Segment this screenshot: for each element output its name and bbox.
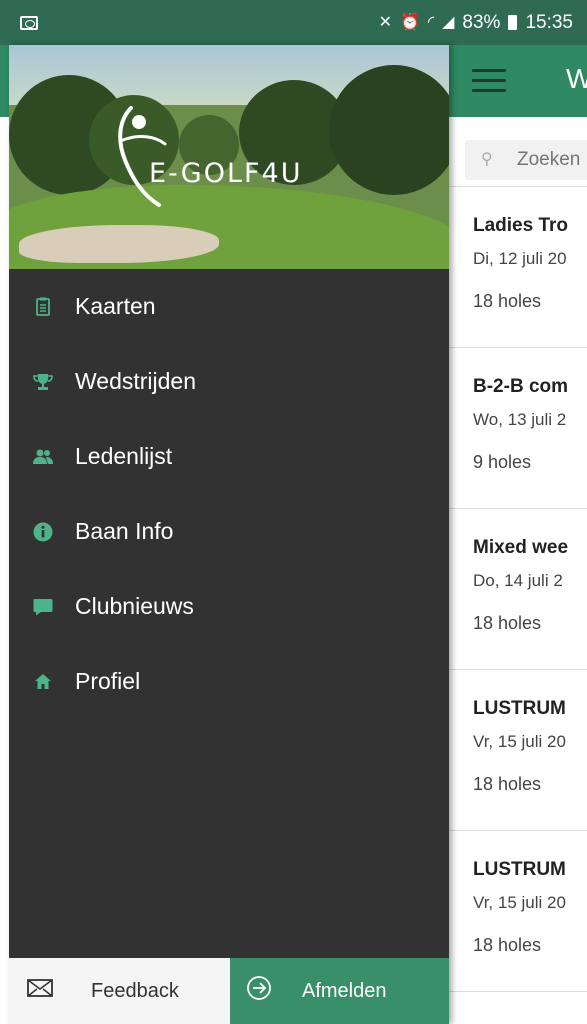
- list-item[interactable]: Mixed wee Do, 14 juli 2 18 holes: [449, 508, 587, 669]
- trophy-icon: [33, 371, 53, 393]
- feedback-label: Feedback: [91, 979, 179, 1002]
- competition-holes: 18 holes: [473, 935, 542, 955]
- list-item[interactable]: B-2-B com Wo, 13 juli 2 9 holes: [449, 347, 587, 508]
- nav-item-label: Wedstrijden: [75, 368, 197, 394]
- competition-list: Ladies Tro Di, 12 juli 20 18 holes B-2-B…: [449, 186, 587, 1024]
- competition-holes: 18 holes: [473, 613, 542, 633]
- wifi-icon: ◜: [427, 13, 435, 31]
- competition-title: LUSTRUM: [473, 698, 566, 719]
- search-input[interactable]: [517, 149, 587, 171]
- list-item[interactable]: [449, 991, 587, 1024]
- envelope-icon: [27, 979, 53, 1003]
- e-golf4u-logo: E-GOLF4U: [109, 100, 359, 210]
- nav-item-label: Ledenlijst: [75, 443, 173, 469]
- alarm-icon: ⏰: [399, 13, 420, 31]
- list-item[interactable]: Ladies Tro Di, 12 juli 20 18 holes: [449, 186, 587, 347]
- logout-label: Afmelden: [302, 979, 387, 1002]
- nav-item-label: Clubnieuws: [75, 593, 194, 619]
- app-bar-title: W: [566, 63, 587, 94]
- logo-text: E-GOLF4U: [149, 158, 303, 189]
- logout-button[interactable]: Afmelden: [230, 958, 449, 1024]
- competition-holes: 18 holes: [473, 774, 542, 794]
- drawer-footer: Feedback Afmelden: [9, 958, 449, 1024]
- clock: 15:35: [525, 11, 573, 33]
- competition-title: LUSTRUM: [473, 859, 566, 880]
- competition-title: Mixed wee: [473, 537, 569, 558]
- navigation-drawer: E-GOLF4U Kaarten Wedstrijden Ledenlijst …: [9, 45, 449, 1024]
- info-icon: [33, 521, 53, 543]
- competition-date: Vr, 15 juli 20: [473, 732, 566, 751]
- logout-arrow-icon: [246, 975, 272, 1007]
- drawer-header-image: E-GOLF4U: [9, 45, 449, 269]
- competition-date: Wo, 13 juli 2: [473, 410, 567, 429]
- nav-item-wedstrijden[interactable]: Wedstrijden: [9, 344, 449, 419]
- nav-item-label: Baan Info: [75, 518, 174, 544]
- nav-item-profiel[interactable]: Profiel: [9, 644, 449, 719]
- app-screen: ✕ ⏰ ◜ ◢ 83% 15:35 W ⚲ Ladies Tro Di, 12 …: [0, 0, 587, 1024]
- signal-icon: ◢: [442, 13, 455, 31]
- feedback-button[interactable]: Feedback: [9, 958, 230, 1024]
- list-item[interactable]: LUSTRUM Vr, 15 juli 20 18 holes: [449, 669, 587, 830]
- search-bar[interactable]: ⚲: [465, 140, 587, 180]
- status-icons: ✕ ⏰ ◜ ◢ 83% 15:35: [379, 12, 573, 34]
- list-item[interactable]: LUSTRUM Vr, 15 juli 20 18 holes: [449, 830, 587, 991]
- battery-percent: 83%: [462, 11, 501, 33]
- chat-bubble-icon: [33, 596, 53, 618]
- nav-item-ledenlijst[interactable]: Ledenlijst: [9, 419, 449, 494]
- hamburger-menu-icon[interactable]: [472, 69, 506, 93]
- users-icon: [33, 446, 53, 468]
- nav-item-baan-info[interactable]: Baan Info: [9, 494, 449, 569]
- screenshot-notification-icon: [20, 15, 38, 30]
- clipboard-icon: [33, 296, 53, 318]
- battery-icon: [508, 15, 518, 30]
- nav-item-kaarten[interactable]: Kaarten: [9, 269, 449, 344]
- drawer-menu: Kaarten Wedstrijden Ledenlijst Baan Info: [9, 269, 449, 719]
- competition-title: B-2-B com: [473, 376, 569, 397]
- competition-date: Vr, 15 juli 20: [473, 893, 566, 912]
- mute-icon: ✕: [378, 13, 392, 31]
- search-icon: ⚲: [481, 151, 493, 168]
- nav-item-label: Profiel: [75, 668, 141, 694]
- home-icon: [33, 671, 53, 693]
- competition-holes: 18 holes: [473, 291, 542, 311]
- nav-item-clubnieuws[interactable]: Clubnieuws: [9, 569, 449, 644]
- competition-holes: 9 holes: [473, 452, 532, 472]
- competition-date: Do, 14 juli 2: [473, 571, 563, 590]
- competition-title: Ladies Tro: [473, 215, 569, 236]
- status-bar: ✕ ⏰ ◜ ◢ 83% 15:35: [0, 0, 587, 45]
- nav-item-label: Kaarten: [75, 293, 156, 319]
- competition-date: Di, 12 juli 20: [473, 249, 567, 268]
